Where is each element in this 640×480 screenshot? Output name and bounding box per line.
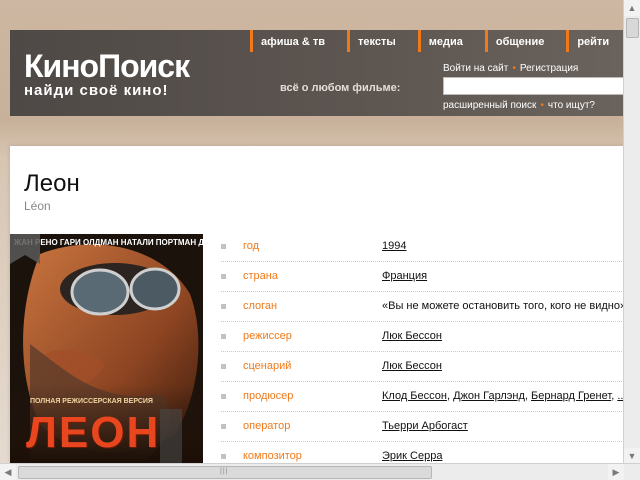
logo-tagline: найди своё кино! [24,82,169,99]
row-bullet [221,394,226,399]
director-link[interactable]: Люк Бессон [382,330,442,342]
search-label: всё о любом фильме: [280,82,401,94]
vertical-scroll-thumb[interactable] [626,18,639,38]
arrow-right-icon[interactable]: ▶ [608,464,624,480]
search-links: расширенный поиск • что ищут? [443,100,595,111]
row-bullet [221,364,226,369]
poster-edition: ПОЛНАЯ РЕЖИССЕРСКАЯ ВЕРСИЯ [30,398,153,405]
arrow-down-icon[interactable]: ▼ [624,448,640,464]
site-header: КиноПоиск найди своё кино! афиша & тв те… [10,30,624,116]
info-label-composer: композитор [243,450,302,462]
poster-title: ЛЕОН [26,408,161,457]
info-value-operator: Тьерри Арбогаст [382,420,468,432]
horizontal-scrollbar[interactable]: ◀ ||| ▶ [0,463,640,480]
register-link[interactable]: Регистрация [520,63,578,74]
nav-item-afisha[interactable]: афиша & тв [250,30,339,52]
movie-poster[interactable]: ЖАН РЕНО ГАРИ ОЛДМАН НАТАЛИ ПОРТМАН ДЭНН… [10,234,203,464]
info-value-year: 1994 [382,240,406,252]
scroll-grip-icon: ||| [220,468,229,475]
main-nav: афиша & тв тексты медиа общение рейти [250,30,631,52]
row-bullet [221,454,226,459]
info-value-writer: Люк Бессон [382,360,442,372]
info-label-operator: оператор [243,420,291,432]
info-row-country: страна Франция [221,262,624,292]
row-bullet [221,424,226,429]
row-bullet [221,274,226,279]
info-label-year: год [243,240,260,252]
info-value-producer: Клод Бессон, Джон Гарлэнд, Бернард Грене… [382,390,627,402]
search-input[interactable] [443,77,624,95]
arrow-left-icon[interactable]: ◀ [0,464,16,480]
info-label-writer: сценарий [243,360,292,372]
movie-original-title: Léon [24,199,51,213]
producer-link[interactable]: Джон Гарлэнд [453,390,525,402]
advanced-search-link[interactable]: расширенный поиск [443,100,536,111]
info-row-year: год 1994 [221,232,624,262]
row-bullet [221,304,226,309]
nav-item-media[interactable]: медиа [417,30,477,52]
nav-item-ratings[interactable]: рейти [566,30,623,52]
country-link[interactable]: Франция [382,270,427,282]
info-value-composer: Эрик Серра [382,450,442,462]
what-search-link[interactable]: что ищут? [548,100,595,111]
scrollbar-corner [624,464,640,480]
row-bullet [221,334,226,339]
login-links: Войти на сайт • Регистрация [443,63,579,74]
year-link[interactable]: 1994 [382,240,406,252]
info-label-slogan: слоган [243,300,278,312]
info-value-country: Франция [382,270,427,282]
writer-link[interactable]: Люк Бессон [382,360,442,372]
arrow-up-icon[interactable]: ▲ [624,0,640,16]
row-bullet [221,244,226,249]
info-row-producer: продюсер Клод Бессон, Джон Гарлэнд, Берн… [221,382,627,412]
info-label-director: режиссер [243,330,292,342]
info-row-director: режиссер Люк Бессон [221,322,624,352]
info-value-slogan: «Вы не можете остановить того, кого не в… [382,300,627,312]
movie-content: Леон Léon ЖА [10,146,627,472]
info-value-director: Люк Бессон [382,330,442,342]
nav-item-community[interactable]: общение [484,30,558,52]
poster-cast-line: ЖАН РЕНО ГАРИ ОЛДМАН НАТАЛИ ПОРТМАН ДЭНН… [14,238,203,247]
producer-link[interactable]: Бернард Гренет [531,390,611,402]
info-row-operator: оператор Тьерри Арбогаст [221,412,624,442]
movie-info-table: год 1994 страна Франция слоган «Вы не мо… [221,232,627,472]
composer-link[interactable]: Эрик Серра [382,450,442,462]
vertical-scrollbar[interactable]: ▲ ▼ [623,0,640,464]
logo-title[interactable]: КиноПоиск [24,48,190,85]
info-row-slogan: слоган «Вы не можете остановить того, ко… [221,292,627,322]
nav-item-texts[interactable]: тексты [347,30,410,52]
login-link[interactable]: Войти на сайт [443,63,508,74]
info-label-country: страна [243,270,278,282]
producer-link[interactable]: Клод Бессон [382,390,447,402]
info-row-writer: сценарий Люк Бессон [221,352,624,382]
operator-link[interactable]: Тьерри Арбогаст [382,420,468,432]
info-label-producer: продюсер [243,390,294,402]
movie-title: Леон [24,170,80,197]
